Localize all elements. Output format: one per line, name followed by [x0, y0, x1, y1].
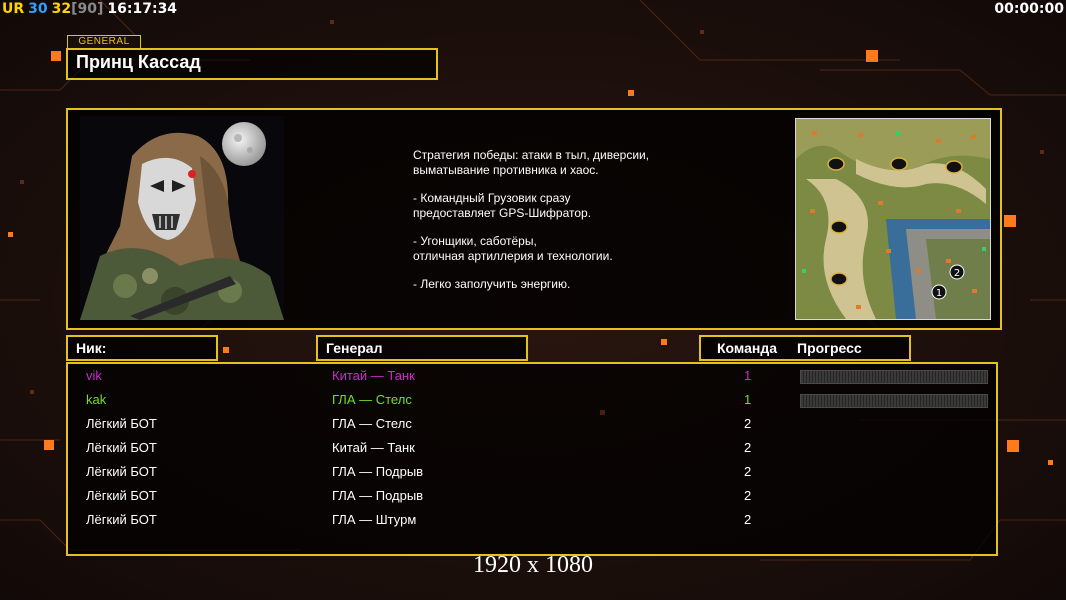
progress-bar [800, 370, 988, 384]
player-general: ГЛА — Штурм [332, 512, 417, 527]
table-row[interactable]: Лёгкий БОТ ГЛА — Стелс 2 [68, 413, 996, 437]
progress-bar [800, 394, 988, 408]
map-preview-icon[interactable]: 1 2 [795, 118, 991, 320]
player-nick: Лёгкий БОТ [86, 512, 157, 527]
table-row[interactable]: vik Китай — Танк 1 [68, 365, 996, 389]
player-team: 2 [744, 512, 752, 527]
player-general: ГЛА — Подрыв [332, 464, 424, 479]
table-row[interactable]: Лёгкий БОТ Китай — Танк 2 [68, 437, 996, 461]
player-team: 1 [744, 368, 752, 383]
game-timer: 00:00:00 [994, 1, 1064, 17]
header-general: Генерал [316, 335, 528, 361]
header-nick: Ник: [66, 335, 218, 361]
map-marker-2: 2 [954, 268, 960, 279]
table-row[interactable]: Лёгкий БОТ ГЛА — Штурм 2 [68, 509, 996, 533]
player-nick: kak [86, 392, 107, 407]
fps-limit: [90] [71, 1, 104, 17]
player-general: ГЛА — Стелс [332, 416, 412, 431]
general-description: Стратегия победы: атаки в тыл, диверсии,… [413, 148, 773, 306]
general-name: Принц Кассад [76, 52, 201, 72]
player-general: ГЛА — Стелс [332, 392, 412, 407]
player-team: 2 [744, 440, 752, 455]
player-general: Китай — Танк [332, 368, 415, 383]
header-team-progress: Команда Прогресс [699, 335, 911, 361]
description-line: - Командный Грузовик сразу предоставляет… [413, 191, 592, 220]
fps-average: 32 [51, 1, 72, 17]
description-line: - Легко заполучить энергию. [413, 277, 571, 291]
player-nick: vik [86, 368, 102, 383]
player-nick: Лёгкий БОТ [86, 488, 157, 503]
general-section-tag: GENERAL [67, 35, 141, 49]
player-nick: Лёгкий БОТ [86, 416, 157, 431]
player-general: Китай — Танк [332, 440, 415, 455]
fps-counter: UR 30 32[90] 16:17:34 [2, 1, 181, 17]
description-line: Стратегия победы: атаки в тыл, диверсии,… [413, 148, 650, 177]
player-nick: Лёгкий БОТ [86, 464, 157, 479]
predator-masked-soldier-portrait-icon [80, 116, 284, 320]
table-row[interactable]: kak ГЛА — Стелс 1 [68, 389, 996, 413]
player-team: 1 [744, 392, 752, 407]
resolution-label: 1920 x 1080 [473, 552, 593, 578]
header-progress: Прогресс [797, 340, 862, 356]
player-nick: Лёгкий БОТ [86, 440, 157, 455]
map-marker-1: 1 [936, 288, 942, 299]
player-team: 2 [744, 416, 752, 431]
clock: 16:17:34 [107, 1, 178, 17]
player-team: 2 [744, 488, 752, 503]
description-line: - Угонщики, саботёры, отличная артиллери… [413, 234, 613, 263]
player-team: 2 [744, 464, 752, 479]
table-row[interactable]: Лёгкий БОТ ГЛА — Подрыв 2 [68, 485, 996, 509]
fps-current: 30 [28, 1, 48, 17]
header-team: Команда [717, 340, 777, 356]
table-row[interactable]: Лёгкий БОТ ГЛА — Подрыв 2 [68, 461, 996, 485]
players-table: vik Китай — Танк 1 kak ГЛА — Стелс 1 Лёгкий БО… [66, 362, 998, 556]
ur-label: UR [2, 1, 25, 17]
player-general: ГЛА — Подрыв [332, 488, 424, 503]
